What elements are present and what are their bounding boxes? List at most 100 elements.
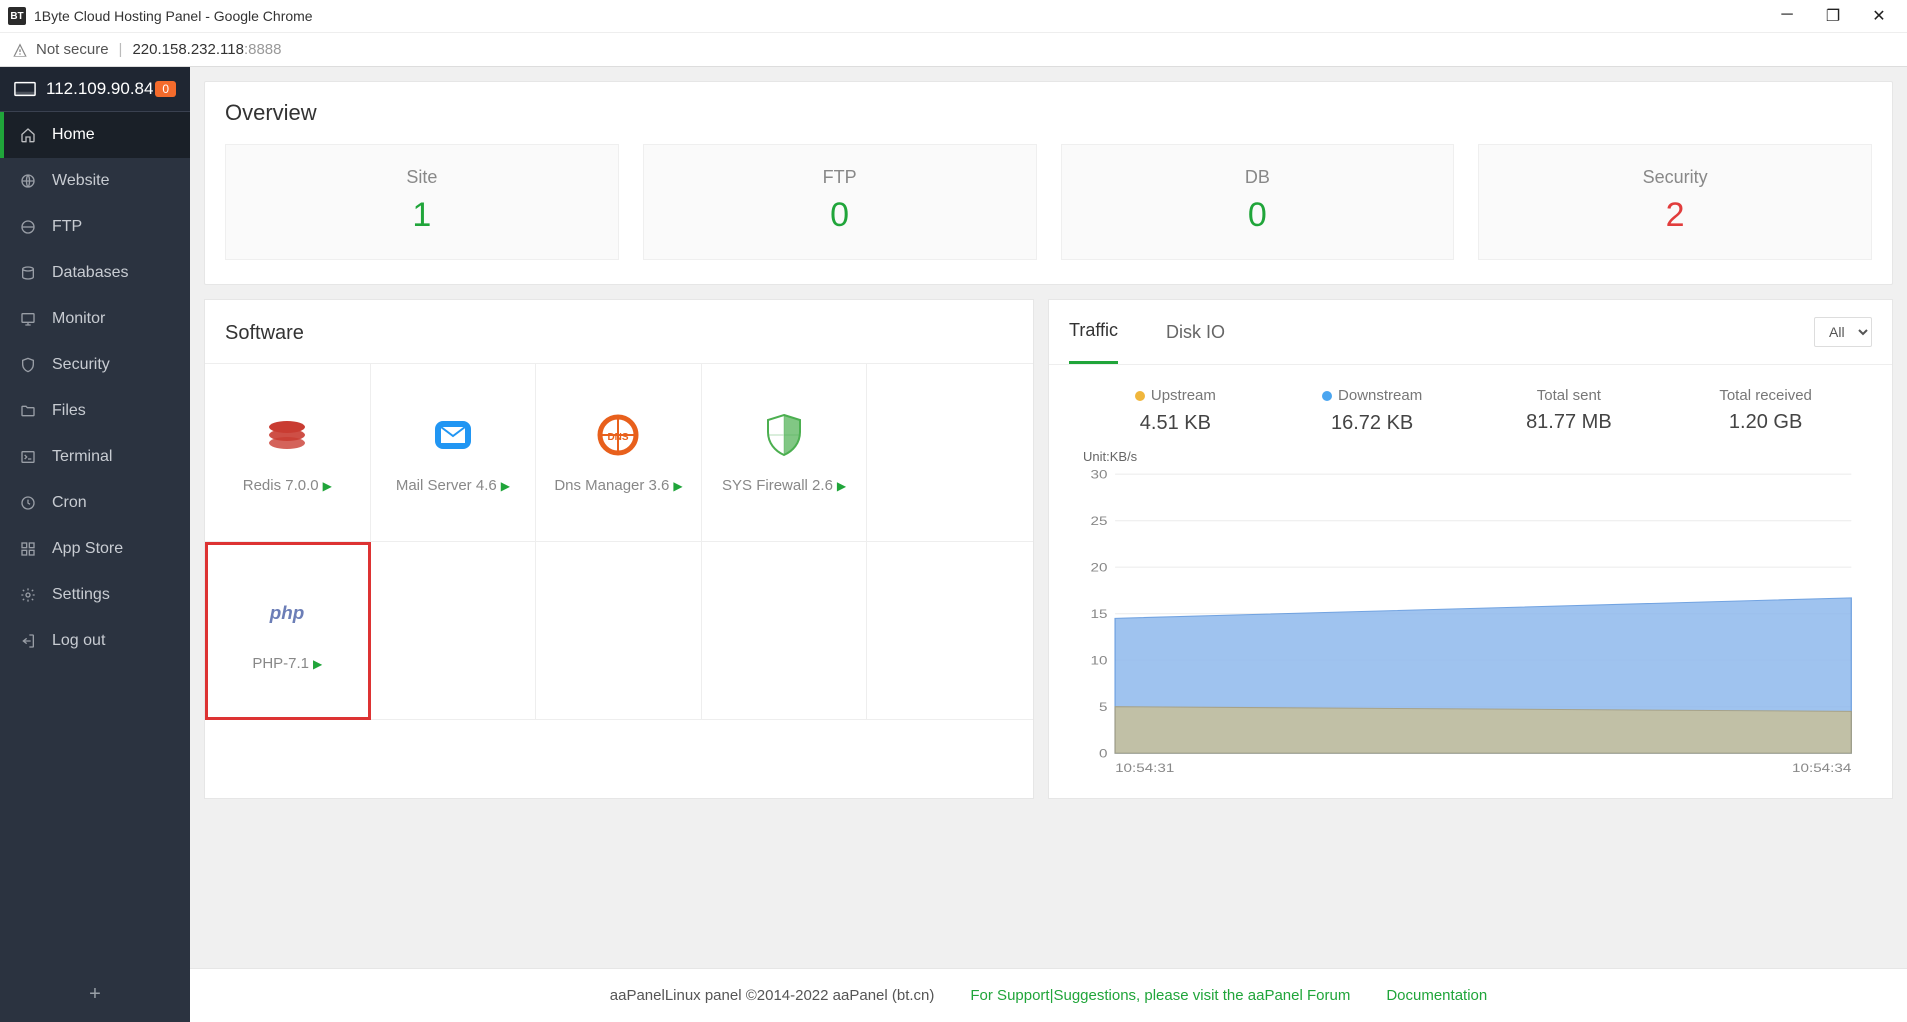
nav-label: Website [52,172,110,190]
row2: Software Redis 7.0.0▶ Mail Server 4.6▶ [204,299,1893,799]
window-title: 1Byte Cloud Hosting Panel - Google Chrom… [34,8,313,24]
redis-icon [263,411,311,459]
logout-icon [18,633,38,649]
svg-text:0: 0 [1099,745,1108,759]
stat-ftp[interactable]: FTP 0 [643,144,1037,260]
stat-label: Security [1479,167,1871,188]
nav-label: Security [52,356,110,374]
nav-label: App Store [52,540,123,558]
tstat-label: Upstream [1135,387,1216,404]
svg-text:DNS: DNS [608,432,629,443]
app-root: 112.109.90.84 0 Home Website FTP Databas… [0,67,1907,1022]
nav-home[interactable]: Home [0,112,190,158]
stat-label: Site [226,167,618,188]
svg-text:10:54:34: 10:54:34 [1792,760,1852,774]
software-name: Mail Server 4.6▶ [396,477,510,494]
tstat-value: 81.77 MB [1471,411,1668,434]
play-icon: ▶ [501,479,510,493]
footer-docs-link[interactable]: Documentation [1386,987,1487,1004]
stat-site[interactable]: Site 1 [225,144,619,260]
firewall-icon [760,411,808,459]
nav-logout[interactable]: Log out [0,618,190,664]
svg-text:15: 15 [1091,606,1108,620]
tstat-totalreceived: Total received 1.20 GB [1667,387,1864,435]
close-button[interactable]: ✕ [1867,6,1891,26]
grid-icon [18,541,38,557]
minimize-button[interactable]: ─ [1775,6,1799,26]
traffic-filter-select[interactable]: All [1814,317,1872,347]
url-host: 220.158.232.118 [132,41,244,58]
nav-label: Files [52,402,86,420]
nav-label: Settings [52,586,110,604]
software-empty [867,542,1033,720]
php-icon: php [263,589,311,637]
not-secure-icon [12,42,28,58]
software-title: Software [205,300,1033,363]
dot-downstream-icon [1322,391,1332,401]
tstat-label: Downstream [1322,387,1422,404]
software-sysfirewall[interactable]: SYS Firewall 2.6▶ [702,364,868,542]
nav-label: FTP [52,218,82,236]
tab-diskio[interactable]: Disk IO [1166,302,1225,363]
maximize-button[interactable]: ❐ [1821,6,1845,26]
nav-label: Monitor [52,310,105,328]
sidebar-ip: 112.109.90.84 [46,79,153,99]
software-redis[interactable]: Redis 7.0.0▶ [205,364,371,542]
nav-files[interactable]: Files [0,388,190,434]
svg-text:10: 10 [1091,652,1108,666]
not-secure-label: Not secure [36,41,109,58]
database-icon [18,265,38,281]
footer: aaPanelLinux panel ©2014-2022 aaPanel (b… [190,968,1907,1022]
nav-cron[interactable]: Cron [0,480,190,526]
nav-website[interactable]: Website [0,158,190,204]
software-name: Redis 7.0.0▶ [243,477,332,494]
nav-label: Log out [52,632,105,650]
svg-text:25: 25 [1091,513,1108,527]
traffic-stats: Upstream 4.51 KB Downstream 16.72 KB Tot… [1049,365,1892,445]
footer-copyright: aaPanelLinux panel ©2014-2022 aaPanel (b… [610,987,935,1004]
play-icon: ▶ [837,479,846,493]
nav-ftp[interactable]: FTP [0,204,190,250]
tstat-upstream: Upstream 4.51 KB [1077,387,1274,435]
clock-icon [18,495,38,511]
nav-monitor[interactable]: Monitor [0,296,190,342]
folder-icon [18,403,38,419]
software-empty [371,542,537,720]
nav-label: Terminal [52,448,112,466]
svg-text:30: 30 [1091,468,1108,481]
tstat-value: 4.51 KB [1077,412,1274,435]
nav-add-button[interactable]: + [0,967,190,1022]
title-bar: BT 1Byte Cloud Hosting Panel - Google Ch… [0,0,1907,32]
software-panel: Software Redis 7.0.0▶ Mail Server 4.6▶ [204,299,1034,799]
favicon: BT [8,7,26,25]
software-php[interactable]: php PHP-7.1 ▶ [205,542,371,720]
monitor-icon [18,311,38,327]
software-empty [536,542,702,720]
footer-support-link[interactable]: For Support|Suggestions, please visit th… [970,987,1350,1004]
shield-icon [18,357,38,373]
nav-databases[interactable]: Databases [0,250,190,296]
nav-label: Cron [52,494,87,512]
tab-traffic[interactable]: Traffic [1069,300,1118,364]
nav-label: Home [52,126,95,144]
content: Overview Site 1 FTP 0 DB 0 Security 2 [190,67,1907,1022]
stat-value: 1 [226,196,618,235]
dns-icon: DNS [594,411,642,459]
address-bar[interactable]: Not secure | 220.158.232.118:8888 [0,32,1907,66]
nav-settings[interactable]: Settings [0,572,190,618]
sidebar-header[interactable]: 112.109.90.84 0 [0,67,190,112]
stat-label: DB [1062,167,1454,188]
software-dnsmanager[interactable]: DNS Dns Manager 3.6▶ [536,364,702,542]
nav-security[interactable]: Security [0,342,190,388]
nav-terminal[interactable]: Terminal [0,434,190,480]
nav-appstore[interactable]: App Store [0,526,190,572]
overview-panel: Overview Site 1 FTP 0 DB 0 Security 2 [204,81,1893,285]
stat-value: 0 [1062,196,1454,235]
software-mailserver[interactable]: Mail Server 4.6▶ [371,364,537,542]
software-empty [702,542,868,720]
stat-security[interactable]: Security 2 [1478,144,1872,260]
stat-db[interactable]: DB 0 [1061,144,1455,260]
stat-value: 0 [644,196,1036,235]
tstat-value: 16.72 KB [1274,412,1471,435]
ftp-icon [18,219,38,235]
